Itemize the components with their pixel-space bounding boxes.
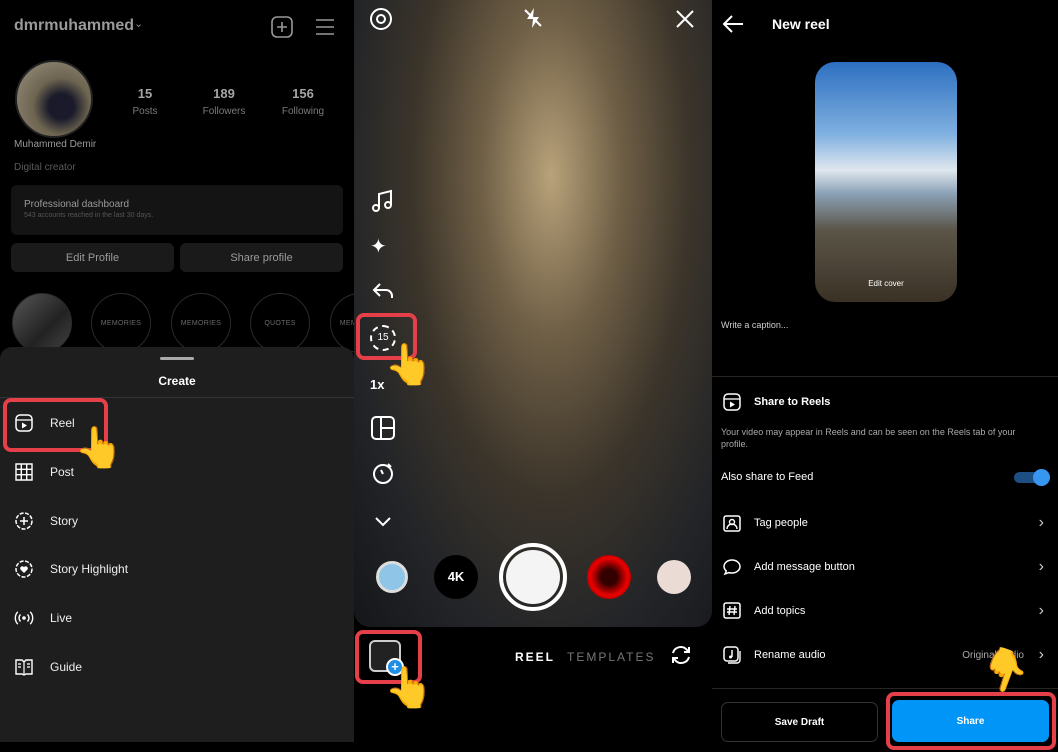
share-to-reels: Share to Reels — [722, 390, 1048, 414]
reel-icon — [723, 393, 741, 411]
divider — [712, 376, 1058, 377]
create-item-story-highlight[interactable]: Story Highlight — [14, 557, 128, 581]
professional-dashboard[interactable]: Professional dashboard 543 accounts reac… — [11, 185, 343, 235]
also-share-feed-toggle[interactable] — [1014, 469, 1050, 486]
chevron-right-icon: › — [1038, 602, 1044, 619]
pointing-hand-icon: 👆 — [384, 666, 434, 710]
chevron-down-icon[interactable] — [370, 508, 396, 534]
avatar[interactable] — [15, 60, 93, 138]
flash-off-icon[interactable] — [521, 6, 545, 30]
effect-avatar[interactable] — [376, 561, 408, 593]
dashboard-subtitle: 543 accounts reached in the last 30 days… — [24, 212, 154, 219]
create-item-story[interactable]: Story — [14, 509, 78, 533]
stat-posts[interactable]: 15 Posts — [110, 86, 180, 119]
create-plus-icon[interactable] — [271, 16, 293, 38]
edit-cover-label[interactable]: Edit cover — [815, 279, 957, 288]
chevron-down-icon[interactable]: ⌄ — [134, 17, 143, 30]
highlight-story[interactable] — [12, 293, 72, 353]
highlight-item[interactable]: MEMORIES — [171, 293, 231, 353]
story-plus-icon — [15, 512, 33, 530]
highlight-heart-icon — [15, 560, 33, 578]
create-item-guide[interactable]: Guide — [14, 655, 82, 679]
highlight-item[interactable]: QUOTES — [250, 293, 310, 353]
also-share-feed-label: Also share to Feed — [721, 471, 814, 483]
share-profile-button[interactable]: Share profile — [180, 243, 343, 272]
mode-reel[interactable]: REEL — [515, 650, 555, 664]
effect-red[interactable] — [587, 555, 631, 599]
effects-sparkle-icon[interactable]: ✦ — [370, 234, 396, 260]
profile-panel: dmrmuhammed ⌄ 15 Posts 189 Followers 156 Fo… — [0, 0, 354, 752]
camera-panel: ✦ 15 1x 👆 4K + 👆 REEL TEMPLATES — [354, 0, 712, 752]
chevron-right-icon: › — [1038, 558, 1044, 575]
username[interactable]: dmrmuhammed — [14, 17, 134, 35]
reel-cover[interactable]: Edit cover — [815, 62, 957, 302]
page-title: New reel — [772, 16, 830, 32]
countdown-timer-icon[interactable] — [370, 460, 396, 486]
layout-icon[interactable] — [370, 415, 396, 441]
highlight-item[interactable]: MEMORIES — [91, 293, 151, 353]
hashtag-icon — [723, 602, 741, 619]
share-highlight-box — [886, 692, 1056, 750]
save-draft-button[interactable]: Save Draft — [721, 702, 878, 742]
settings-icon[interactable] — [368, 6, 394, 32]
audio-icon — [723, 646, 741, 664]
create-item-post[interactable]: Post — [14, 460, 74, 484]
option-tag-people[interactable]: Tag people › — [722, 511, 1048, 535]
back-arrow-icon[interactable] — [722, 14, 744, 34]
new-reel-panel: New reel Edit cover Write a caption... S… — [712, 0, 1058, 752]
option-add-topics[interactable]: Add topics › — [722, 599, 1048, 623]
caption-input[interactable]: Write a caption... — [721, 320, 788, 330]
flip-camera-icon[interactable] — [669, 643, 693, 667]
message-icon — [723, 559, 741, 576]
edit-profile-button[interactable]: Edit Profile — [11, 243, 174, 272]
sheet-title: Create — [158, 374, 196, 388]
display-name: Muhammed Demir — [14, 139, 97, 150]
close-icon[interactable] — [674, 8, 696, 30]
tag-people-icon — [723, 515, 741, 532]
live-icon — [14, 611, 34, 625]
category: Digital creator — [14, 162, 76, 173]
stat-following[interactable]: 156 Following — [268, 86, 338, 119]
dashboard-title: Professional dashboard — [24, 199, 130, 210]
option-add-message-button[interactable]: Add message button › — [722, 555, 1048, 579]
share-description: Your video may appear in Reels and can b… — [721, 427, 1016, 449]
chevron-right-icon: › — [1038, 646, 1044, 663]
stat-followers[interactable]: 189 Followers — [189, 86, 259, 119]
effect-4k[interactable]: 4K — [434, 555, 478, 599]
capture-button[interactable] — [499, 543, 567, 611]
highlight-item[interactable]: MEMORIES — [330, 293, 354, 353]
menu-icon[interactable] — [315, 18, 335, 36]
chevron-right-icon: › — [1038, 514, 1044, 531]
mode-templates[interactable]: TEMPLATES — [567, 650, 655, 664]
effect-sketch[interactable] — [657, 560, 691, 594]
pointing-hand-icon: 👆 — [74, 426, 124, 470]
drag-handle[interactable] — [160, 357, 194, 360]
undo-icon[interactable] — [370, 278, 396, 304]
grid-icon — [15, 463, 33, 481]
pointing-hand-icon: 👆 — [384, 343, 434, 387]
guide-icon — [15, 659, 33, 676]
music-icon[interactable] — [370, 188, 396, 214]
create-item-live[interactable]: Live — [14, 606, 72, 630]
